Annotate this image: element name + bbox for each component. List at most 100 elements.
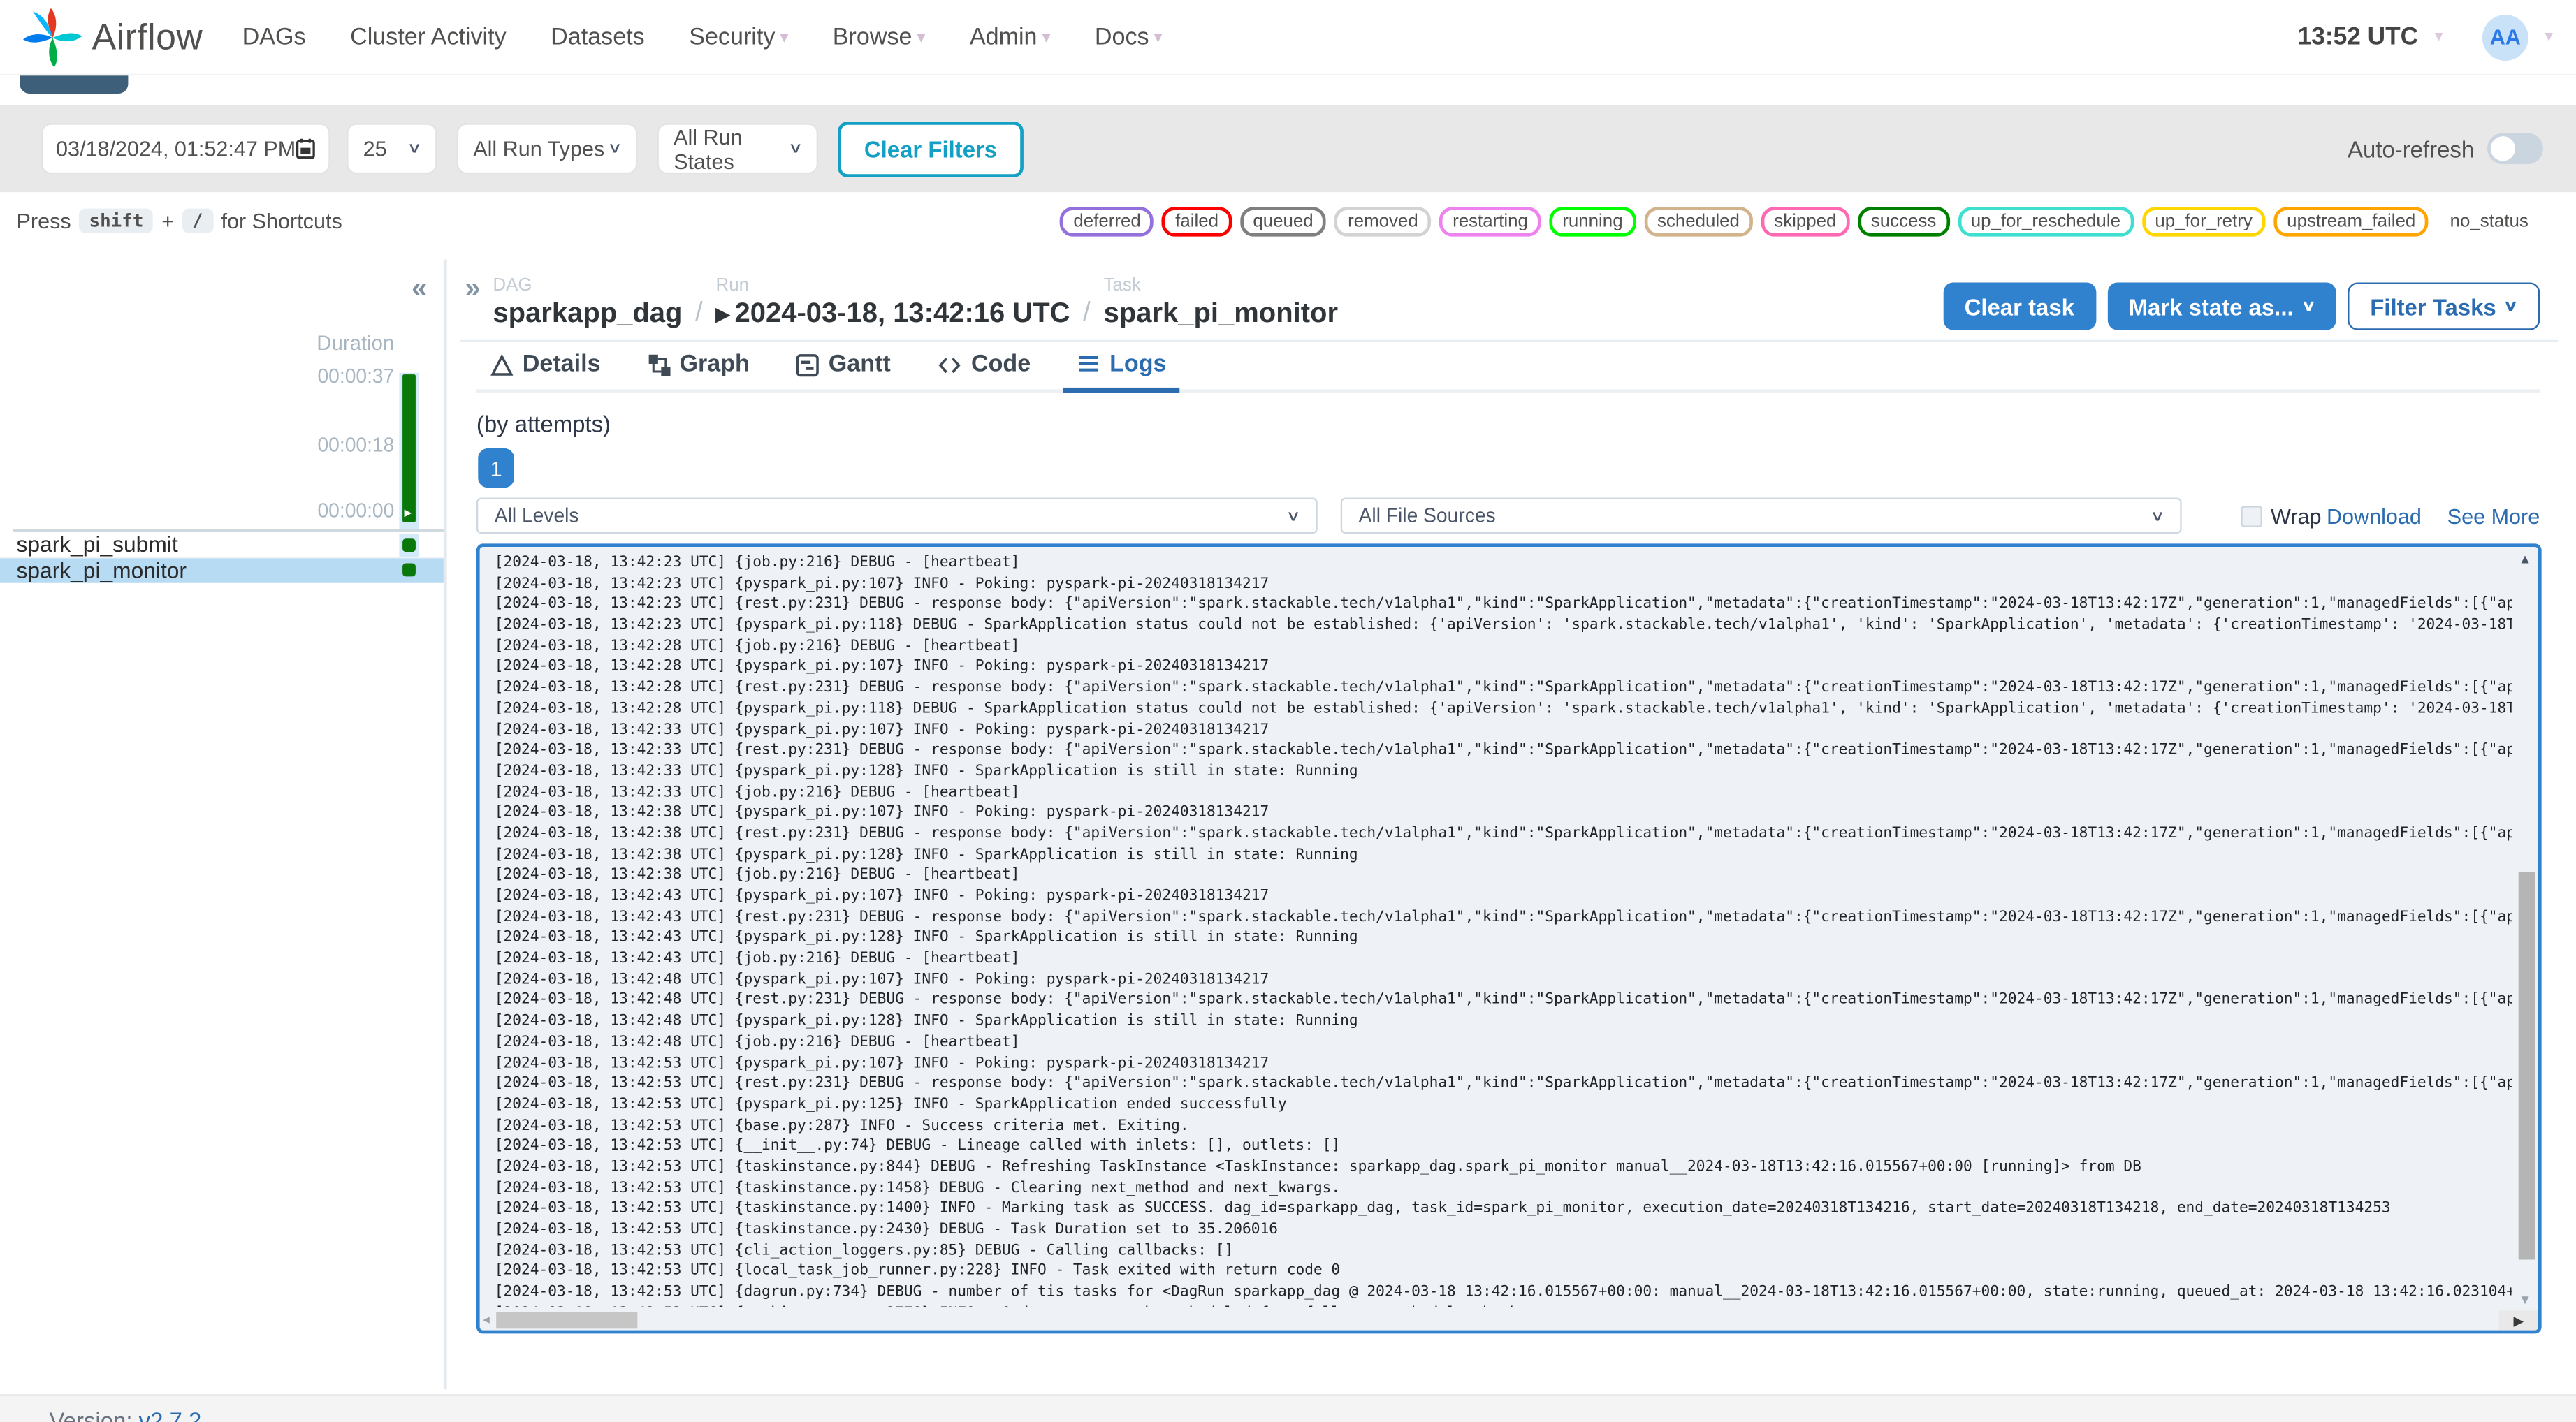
status-badge-up_for_retry[interactable]: up_for_retry <box>2141 207 2266 237</box>
log-line: [2024-03-18, 13:42:38 UTC] {pyspark_pi.p… <box>494 805 1269 822</box>
task-status-square[interactable] <box>402 564 416 577</box>
log-line: [2024-03-18, 13:42:38 UTC] {pyspark_pi.p… <box>494 846 1358 863</box>
partial-grid-button[interactable] <box>20 75 129 94</box>
scroll-down-icon[interactable]: ▼ <box>2519 1293 2532 1307</box>
status-badge-failed[interactable]: failed <box>1162 207 1232 237</box>
status-badge-scheduled[interactable]: scheduled <box>1644 207 1753 237</box>
collapse-left-icon[interactable]: « <box>412 272 427 305</box>
task-row-spark_pi_monitor[interactable]: spark_pi_monitor <box>0 557 444 583</box>
nav-item-datasets[interactable]: Datasets <box>551 24 645 50</box>
nav-item-docs[interactable]: Docs ▾ <box>1095 24 1163 50</box>
log-line: [2024-03-18, 13:42:33 UTC] {pyspark_pi.p… <box>494 763 1358 780</box>
log-line: [2024-03-18, 13:42:38 UTC] {rest.py:231}… <box>494 826 2512 843</box>
log-level-select[interactable]: All Levels ∨ <box>476 497 1318 534</box>
clear-filters-button[interactable]: Clear Filters <box>838 120 1024 177</box>
download-link[interactable]: Download <box>2327 504 2422 528</box>
log-line: [2024-03-18, 13:42:53 UTC] {base.py:287}… <box>494 1117 1189 1134</box>
status-badge-up_for_reschedule[interactable]: up_for_reschedule <box>1957 207 2134 237</box>
wrap-checkbox[interactable] <box>2241 505 2263 527</box>
avatar[interactable]: AA <box>2482 13 2528 60</box>
horizontal-scrollbar[interactable]: ◂ <box>480 1310 2515 1330</box>
task-row-spark_pi_submit[interactable]: spark_pi_submit <box>0 532 444 558</box>
duration-tick: 00:00:18 <box>317 433 395 457</box>
scroll-left-icon[interactable]: ◂ <box>483 1312 489 1327</box>
tab-gantt[interactable]: Gantt <box>783 350 904 389</box>
dag-run-duration-bar[interactable]: ▶ <box>402 374 416 522</box>
scroll-up-icon[interactable]: ▲ <box>2519 552 2532 566</box>
log-line: [2024-03-18, 13:42:23 UTC] {pyspark_pi.p… <box>494 617 2512 634</box>
gantt-icon <box>796 353 820 376</box>
code-icon <box>938 356 961 373</box>
expand-right-icon[interactable]: » <box>465 272 480 305</box>
clear-task-button[interactable]: Clear task <box>1943 282 2096 330</box>
nav-item-browse[interactable]: Browse ▾ <box>833 24 926 50</box>
tab-code[interactable]: Code <box>924 350 1044 389</box>
log-line: [2024-03-18, 13:42:48 UTC] {rest.py:231}… <box>494 992 2512 1009</box>
tab-logs[interactable]: Logs <box>1063 350 1180 393</box>
log-line: [2024-03-18, 13:42:53 UTC] {taskinstance… <box>494 1159 2141 1176</box>
date-value: 03/18/2024, 01:52:47 PM <box>55 136 296 161</box>
airflow-task-logs-page: Airflow DAGs Cluster Activity Datasets Secu… <box>0 0 2576 1422</box>
dag-link[interactable]: sparkapp_dag <box>493 298 682 330</box>
log-line: [2024-03-18, 13:42:53 UTC] {taskinstance… <box>494 1201 2391 1218</box>
status-badge-running[interactable]: running <box>1549 207 1636 237</box>
log-line: [2024-03-18, 13:42:33 UTC] {job.py:216} … <box>494 784 1020 801</box>
tab-graph[interactable]: Graph <box>634 350 763 389</box>
utc-clock[interactable]: 13:52 UTC <box>2298 23 2418 51</box>
auto-refresh-toggle[interactable] <box>2487 133 2543 165</box>
breadcrumb: DAG sparkapp_dag / Run ▶ 2024-03-18, 13:4… <box>493 276 1338 330</box>
log-line: [2024-03-18, 13:42:33 UTC] {rest.py:231}… <box>494 742 2512 759</box>
status-badge-restarting[interactable]: restarting <box>1439 207 1541 237</box>
log-line: [2024-03-18, 13:42:53 UTC] {cli_action_l… <box>494 1243 1234 1259</box>
shift-key: shift <box>79 208 154 233</box>
chevron-down-icon: ∨ <box>788 139 804 156</box>
page-size-select[interactable]: 25 ∨ <box>347 123 437 175</box>
task-status-square[interactable] <box>402 538 416 552</box>
status-badge-upstream_failed[interactable]: upstream_failed <box>2273 207 2429 237</box>
see-more-link[interactable]: See More <box>2447 504 2540 528</box>
header-divider <box>460 339 2559 342</box>
log-line: [2024-03-18, 13:42:28 UTC] {rest.py:231}… <box>494 680 2512 697</box>
task-actions: Clear task Mark state as... ∨ Filter Task… <box>1943 282 2540 330</box>
status-badge-queued[interactable]: queued <box>1239 207 1327 237</box>
base-date-input[interactable]: 03/18/2024, 01:52:47 PM <box>41 123 330 175</box>
run-states-select[interactable]: All Run States ∨ <box>657 123 818 175</box>
scrollbar-corner[interactable]: ▶ <box>2498 1310 2538 1331</box>
nav-item-cluster-activity[interactable]: Cluster Activity <box>350 24 507 50</box>
breadcrumb-run: Run ▶ 2024-03-18, 13:42:16 UTC <box>716 276 1070 330</box>
panel-divider[interactable] <box>443 259 447 1390</box>
file-source-select[interactable]: All File Sources ∨ <box>1340 497 2182 534</box>
version-link[interactable]: v2.7.2 <box>139 1407 202 1422</box>
scroll-right-icon[interactable]: ▶ <box>2513 1313 2523 1328</box>
run-types-select[interactable]: All Run Types ∨ <box>456 123 638 175</box>
breadcrumb-separator: / <box>695 298 703 327</box>
chevron-down-icon: ▾ <box>2434 27 2443 46</box>
mark-state-button[interactable]: Mark state as... ∨ <box>2107 282 2336 330</box>
nav-item-admin[interactable]: Admin ▾ <box>970 24 1051 50</box>
duration-tick: 00:00:00 <box>317 499 395 522</box>
status-badge-skipped[interactable]: skipped <box>1761 207 1850 237</box>
nav-item-security[interactable]: Security ▾ <box>689 24 788 50</box>
horizontal-scroll-thumb[interactable] <box>496 1312 638 1329</box>
status-badge-deferred[interactable]: deferred <box>1060 207 1154 237</box>
log-line: [2024-03-18, 13:42:48 UTC] {pyspark_pi.p… <box>494 972 1269 988</box>
status-badge-removed[interactable]: removed <box>1334 207 1432 237</box>
filter-tasks-button[interactable]: Filter Tasks ∨ <box>2347 282 2540 330</box>
tab-details[interactable]: Details <box>476 350 613 389</box>
log-lines: [2024-03-18, 13:42:23 UTC] {job.py:216} … <box>495 553 2512 1307</box>
status-badge-success[interactable]: success <box>1858 207 1950 237</box>
task-link[interactable]: spark_pi_monitor <box>1104 298 1338 330</box>
log-line: [2024-03-18, 13:42:43 UTC] {pyspark_pi.p… <box>494 888 1269 905</box>
chevron-down-icon: ▾ <box>1154 29 1163 48</box>
logo-text: Airflow <box>92 15 203 57</box>
run-link[interactable]: ▶ 2024-03-18, 13:42:16 UTC <box>716 298 1070 330</box>
attempt-1-button[interactable]: 1 <box>478 448 514 488</box>
slash-key: / <box>182 208 213 233</box>
vertical-scroll-thumb[interactable] <box>2518 872 2535 1260</box>
task-list: spark_pi_submit spark_pi_monitor <box>0 532 444 583</box>
airflow-logo[interactable]: Airflow <box>22 6 203 68</box>
nav-item-dags[interactable]: DAGs <box>242 24 306 50</box>
log-line: [2024-03-18, 13:42:23 UTC] {job.py:216} … <box>494 555 1020 572</box>
vertical-scrollbar[interactable]: ▲ ▼ <box>2515 547 2538 1310</box>
log-filter-row: All Levels ∨ All File Sources ∨ Wrap Downl… <box>476 497 2540 534</box>
